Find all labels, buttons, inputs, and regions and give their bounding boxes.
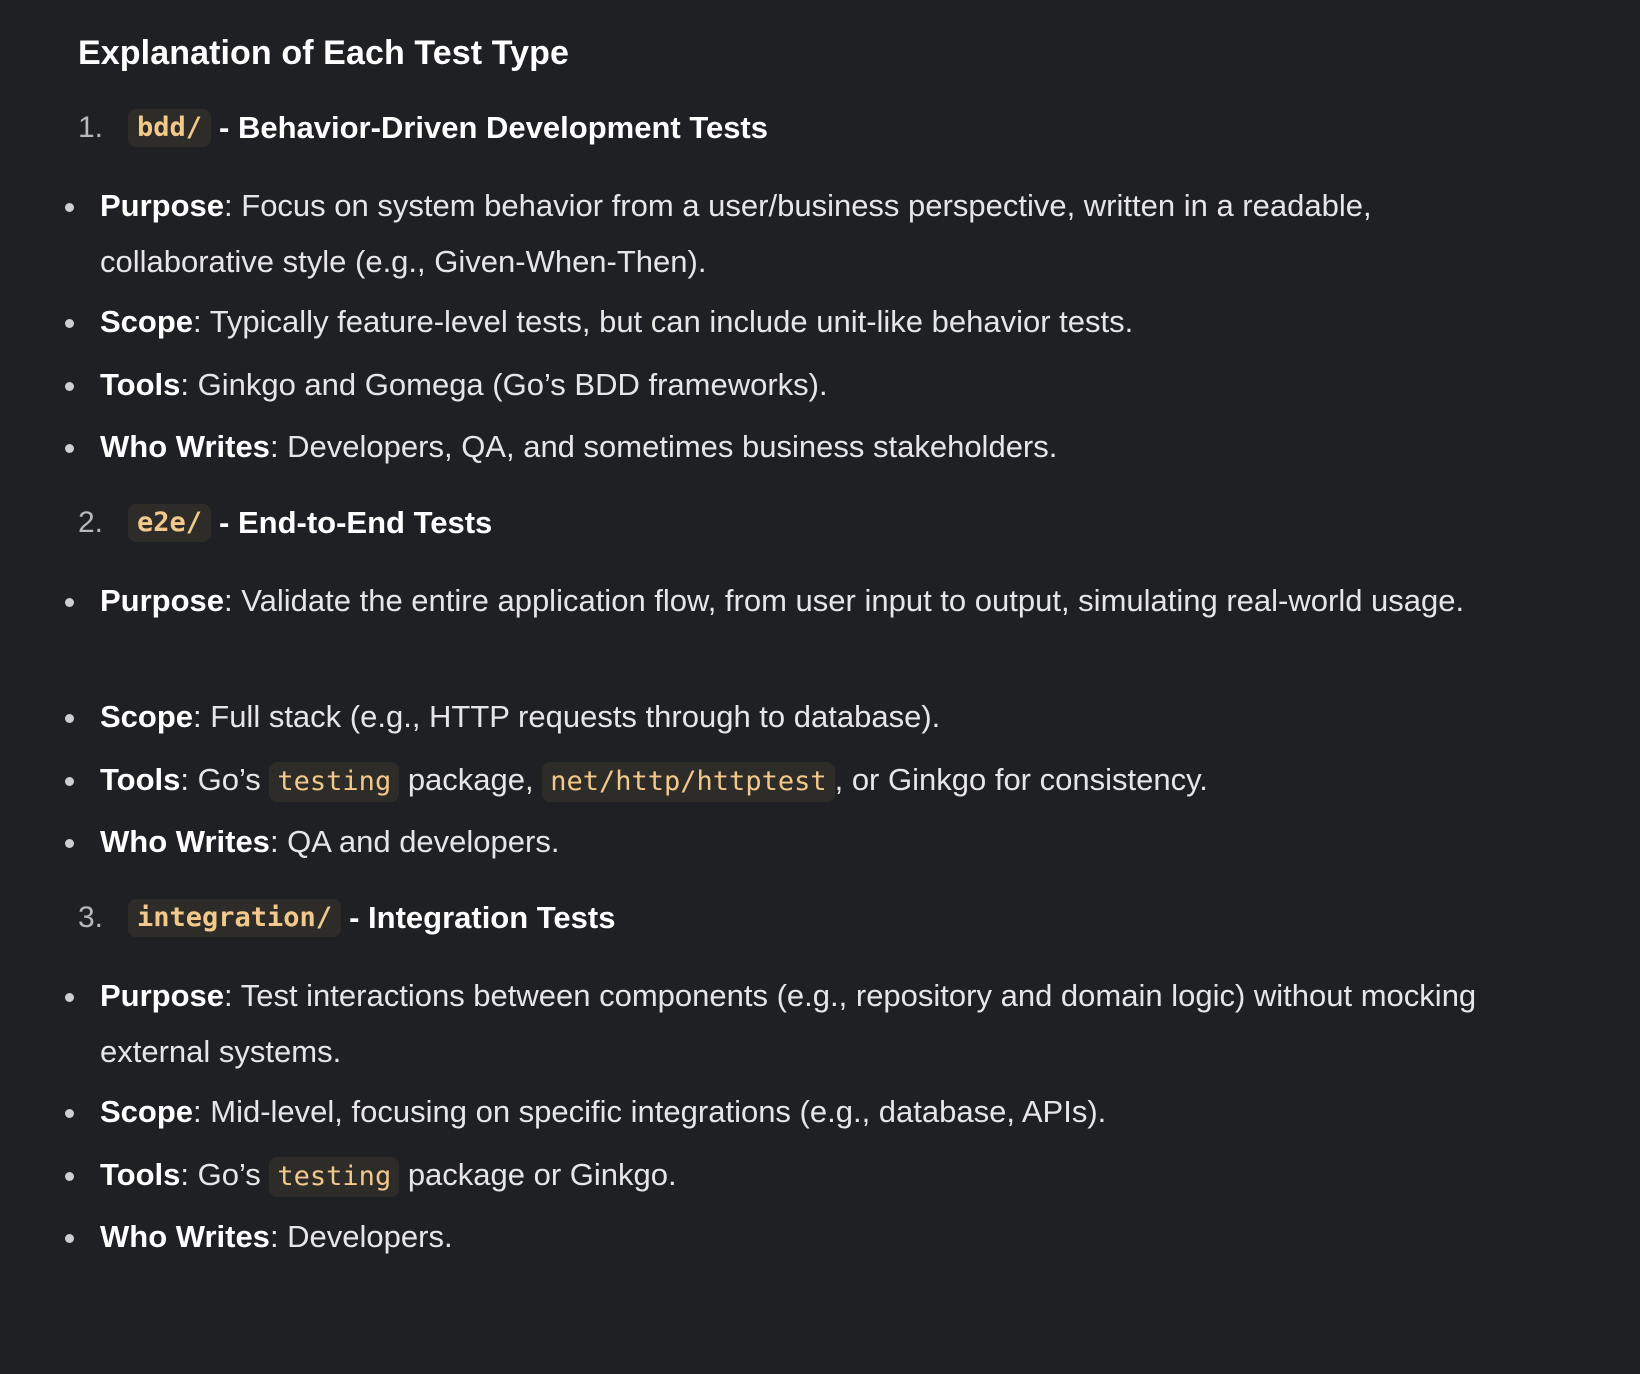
bullet-dot [65, 444, 74, 453]
item-text: : Go’s [180, 762, 270, 797]
item-text: : Focus on system behavior from a user/b… [100, 188, 1372, 279]
tools-item: Tools: Go’s testing package or Ginkgo. [65, 1147, 1520, 1205]
list-number: 2. [78, 506, 104, 539]
who-writes-item: Who Writes: Developers. [65, 1209, 1520, 1265]
who-writes-item: Who Writes: Developers, QA, and sometime… [65, 419, 1520, 475]
test-type-title: - Integration Tests [349, 900, 616, 935]
list-number: 1. [78, 111, 104, 144]
item-label: Scope [100, 699, 194, 734]
purpose-item: Purpose: Test interactions between compo… [65, 968, 1520, 1080]
list-number: 3. [78, 901, 104, 934]
purpose-item: Purpose: Focus on system behavior from a… [65, 178, 1520, 290]
item-text: package, [399, 762, 543, 797]
test-type-integration: 3. integration/ - Integration Tests [78, 896, 1578, 940]
bullet-dot [65, 777, 74, 786]
directory-code: bdd/ [128, 109, 212, 147]
item-text: : Developers, QA, and sometimes business… [269, 429, 1058, 464]
item-text: : Typically feature-level tests, but can… [193, 304, 1134, 339]
bullet-dot [65, 203, 74, 212]
bullet-dot [65, 993, 74, 1002]
purpose-item: Purpose: Validate the entire application… [65, 573, 1520, 629]
item-label: Purpose [100, 188, 225, 223]
item-text: : Validate the entire application flow, … [224, 583, 1465, 618]
item-label: Tools [100, 1157, 181, 1192]
item-label: Purpose [100, 583, 225, 618]
item-label: Purpose [100, 978, 225, 1013]
bullet-dot [65, 319, 74, 328]
item-label: Scope [100, 1094, 194, 1129]
test-type-title: - End-to-End Tests [219, 505, 493, 540]
inline-code: net/http/httptest [542, 762, 835, 802]
scope-item: Scope: Mid-level, focusing on specific i… [65, 1084, 1520, 1140]
item-text: : Go’s [180, 1157, 270, 1192]
item-label: Tools [100, 762, 181, 797]
test-type-e2e: 2. e2e/ - End-to-End Tests [78, 501, 1578, 545]
item-text: : Mid-level, focusing on specific integr… [193, 1094, 1107, 1129]
bullet-dot [65, 382, 74, 391]
item-text: , or Ginkgo for consistency. [834, 762, 1208, 797]
item-text: : QA and developers. [269, 824, 560, 859]
item-text: package or Ginkgo. [399, 1157, 677, 1192]
item-label: Who Writes [100, 824, 270, 859]
section-heading: Explanation of Each Test Type [78, 34, 569, 72]
test-type-header: 3. integration/ - Integration Tests [78, 896, 1578, 940]
bullet-dot [65, 839, 74, 848]
item-label: Who Writes [100, 429, 270, 464]
test-type-bdd: 1. bdd/ - Behavior-Driven Development Te… [78, 106, 1578, 150]
item-label: Tools [100, 367, 181, 402]
item-label: Scope [100, 304, 194, 339]
bullet-dot [65, 1234, 74, 1243]
item-text: : Test interactions between components (… [100, 978, 1477, 1069]
inline-code: testing [269, 762, 400, 802]
directory-code: e2e/ [128, 504, 212, 542]
item-text: : Ginkgo and Gomega (Go’s BDD frameworks… [180, 367, 828, 402]
inline-code: testing [269, 1157, 400, 1197]
directory-code: integration/ [128, 899, 342, 937]
tools-item: Tools: Go’s testing package, net/http/ht… [65, 752, 1520, 810]
test-type-header: 2. e2e/ - End-to-End Tests [78, 501, 1578, 545]
item-text: : Full stack (e.g., HTTP requests throug… [193, 699, 941, 734]
test-type-header: 1. bdd/ - Behavior-Driven Development Te… [78, 106, 1578, 150]
tools-item: Tools: Ginkgo and Gomega (Go’s BDD frame… [65, 357, 1520, 413]
scope-item: Scope: Typically feature-level tests, bu… [65, 294, 1520, 350]
item-text: : Developers. [269, 1219, 453, 1254]
test-type-title: - Behavior-Driven Development Tests [219, 110, 768, 145]
bullet-dot [65, 1109, 74, 1118]
bullet-dot [65, 1172, 74, 1181]
bullet-dot [65, 714, 74, 723]
scope-item: Scope: Full stack (e.g., HTTP requests t… [65, 689, 1520, 745]
bullet-dot [65, 598, 74, 607]
who-writes-item: Who Writes: QA and developers. [65, 814, 1520, 870]
item-label: Who Writes [100, 1219, 270, 1254]
